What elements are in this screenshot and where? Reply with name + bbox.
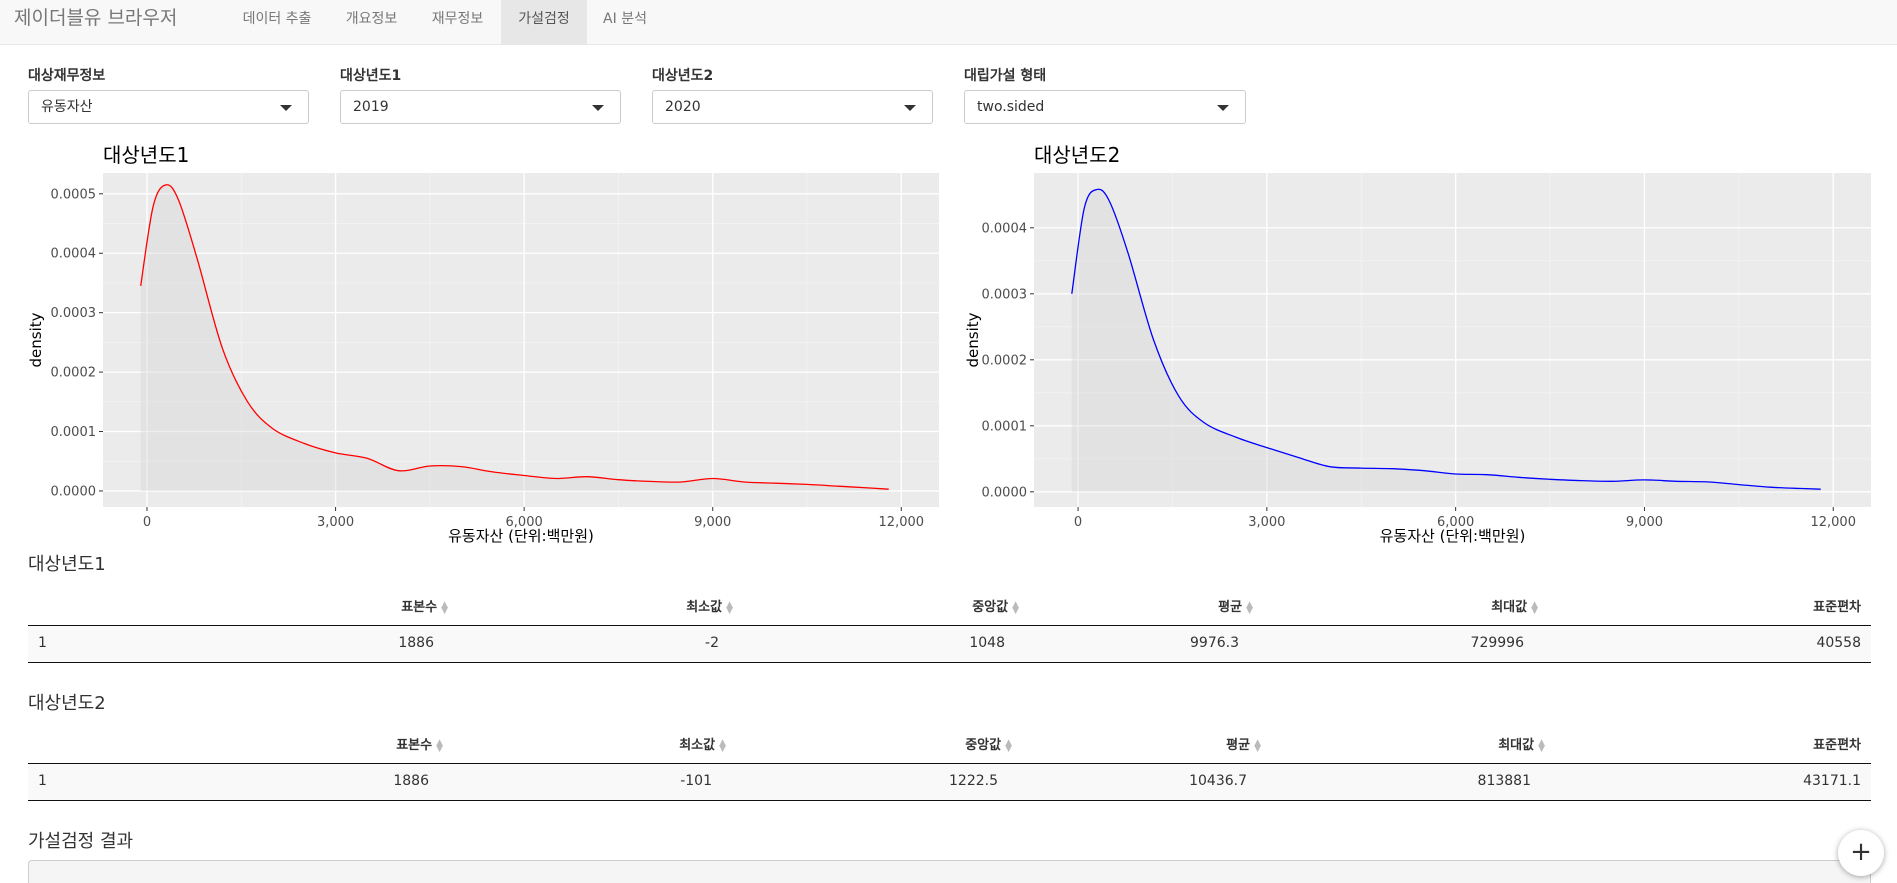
- y-tick-label: 0.0004: [982, 221, 1028, 236]
- cell-min: -2: [705, 635, 719, 651]
- col-header-mean[interactable]: 평균 ▲ ▼: [1226, 734, 1261, 753]
- col-header-median[interactable]: 중앙값 ▲ ▼: [972, 596, 1019, 615]
- result-title: 가설검정 결과: [28, 831, 134, 852]
- col-header-mean[interactable]: 평균 ▲ ▼: [1218, 596, 1253, 615]
- chevron-down-icon: [592, 105, 604, 111]
- tab-financial[interactable]: 재무정보: [416, 0, 499, 44]
- density-plot-year1: 0 3,000 6,000 9,000 12,0000.00000.00010.0002…: [28, 143, 939, 545]
- sort-icon: ▲ ▼: [1246, 599, 1253, 616]
- row-index: 1: [38, 635, 47, 651]
- year1-select[interactable]: 2019: [340, 90, 621, 124]
- y-axis-label: density: [965, 312, 982, 367]
- cell-median: 1048: [969, 635, 1005, 651]
- add-button[interactable]: +: [1838, 830, 1884, 876]
- y-tick-label: 0.0000: [982, 485, 1028, 500]
- alternative-label: 대립가설 형태: [964, 68, 1047, 84]
- table-row: 1 1886 -2 1048 9976.3 729996 40558: [28, 626, 1871, 662]
- col-header-sd[interactable]: 표준편차: [1813, 596, 1861, 615]
- chart-title: 대상년도1: [103, 143, 189, 167]
- summary-table-year1: 표본수 ▲ ▼ 최소값 ▲ ▼ 중앙값 ▲ ▼ 평균 ▲ ▼ 최대값 ▲ ▼ 표준편차 1 1886…: [28, 596, 1871, 666]
- cell-min: -101: [680, 773, 712, 789]
- sort-icon: ▲ ▼: [1012, 599, 1019, 616]
- x-tick-label: 3,000: [1248, 515, 1285, 530]
- y-tick-label: 0.0001: [51, 425, 97, 440]
- x-tick-label: 0: [1074, 515, 1082, 530]
- x-tick-label: 3,000: [317, 515, 354, 530]
- sort-icon: ▲ ▼: [436, 737, 443, 754]
- col-header-min[interactable]: 최소값 ▲ ▼: [679, 734, 726, 753]
- x-tick-label: 9,000: [1626, 515, 1663, 530]
- x-axis-label: 유동자산 (단위:백만원): [1380, 527, 1526, 545]
- cell-median: 1222.5: [949, 773, 998, 789]
- cell-mean: 9976.3: [1190, 635, 1239, 651]
- col-header-n[interactable]: 표본수 ▲ ▼: [401, 596, 448, 615]
- year2-value: 2020: [665, 99, 701, 115]
- chart-title: 대상년도2: [1034, 143, 1120, 167]
- col-header-sd[interactable]: 표준편차: [1813, 734, 1861, 753]
- y-tick-label: 0.0002: [51, 366, 97, 381]
- table1-title: 대상년도1: [28, 554, 106, 575]
- y-tick-label: 0.0005: [51, 187, 97, 202]
- cell-max: 813881: [1477, 773, 1531, 789]
- year1-value: 2019: [353, 99, 389, 115]
- density-plot-year2: 0 3,000 6,000 9,000 12,0000.00000.00010.0002…: [965, 143, 1871, 545]
- result-output: [28, 860, 1871, 883]
- col-header-max[interactable]: 최대값 ▲ ▼: [1491, 596, 1538, 615]
- divider: [28, 662, 1871, 663]
- cell-n: 1886: [398, 635, 434, 651]
- tab-hypothesis-test[interactable]: 가설검정: [501, 0, 587, 44]
- finance-item-select[interactable]: 유동자산: [28, 90, 309, 124]
- sort-icon: ▲ ▼: [1538, 737, 1545, 754]
- tab-overview[interactable]: 개요정보: [330, 0, 413, 44]
- sort-icon: ▲ ▼: [726, 599, 733, 616]
- y-tick-label: 0.0000: [51, 484, 97, 499]
- sort-icon: ▲ ▼: [1005, 737, 1012, 754]
- year2-label: 대상년도2: [652, 68, 714, 84]
- x-tick-label: 12,000: [879, 515, 925, 530]
- cell-mean: 10436.7: [1189, 773, 1247, 789]
- table-row: 1 1886 -101 1222.5 10436.7 813881 43171.…: [28, 764, 1871, 800]
- cell-n: 1886: [393, 773, 429, 789]
- cell-sd: 40558: [1816, 635, 1861, 651]
- tab-data-extract[interactable]: 데이터 추출: [227, 0, 327, 44]
- finance-item-label: 대상재무정보: [28, 68, 106, 84]
- alternative-value: two.sided: [977, 99, 1045, 115]
- sort-icon: ▲ ▼: [719, 737, 726, 754]
- tab-ai-analysis[interactable]: AI 분석: [590, 0, 660, 44]
- col-header-max[interactable]: 최대값 ▲ ▼: [1498, 734, 1545, 753]
- y-tick-label: 0.0001: [982, 419, 1028, 434]
- y-axis-label: density: [28, 312, 45, 367]
- year1-label: 대상년도1: [340, 68, 402, 84]
- y-tick-label: 0.0003: [982, 287, 1028, 302]
- col-header-min[interactable]: 최소값 ▲ ▼: [686, 596, 733, 615]
- col-header-median[interactable]: 중앙값 ▲ ▼: [965, 734, 1012, 753]
- y-tick-label: 0.0002: [982, 353, 1028, 368]
- year2-select[interactable]: 2020: [652, 90, 933, 124]
- summary-table-year2: 표본수 ▲ ▼ 최소값 ▲ ▼ 중앙값 ▲ ▼ 평균 ▲ ▼ 최대값 ▲ ▼ 표준편차 1 1886…: [28, 734, 1871, 804]
- divider: [28, 800, 1871, 801]
- row-index: 1: [38, 773, 47, 789]
- brand-title[interactable]: 제이더블유 브라우저: [14, 5, 177, 31]
- chevron-down-icon: [1217, 105, 1229, 111]
- col-header-n[interactable]: 표본수 ▲ ▼: [396, 734, 443, 753]
- navbar: 제이더블유 브라우저 데이터 추출 개요정보 재무정보 가설검정 AI 분석: [0, 0, 1897, 45]
- y-tick-label: 0.0004: [51, 247, 97, 262]
- alternative-select[interactable]: two.sided: [964, 90, 1246, 124]
- finance-item-value: 유동자산: [41, 99, 93, 115]
- sort-icon: ▲ ▼: [441, 599, 448, 616]
- x-tick-label: 12,000: [1810, 515, 1856, 530]
- table2-title: 대상년도2: [28, 693, 106, 714]
- cell-sd: 43171.1: [1803, 773, 1861, 789]
- x-tick-label: 9,000: [694, 515, 731, 530]
- x-tick-label: 0: [143, 515, 151, 530]
- chevron-down-icon: [280, 105, 292, 111]
- chevron-down-icon: [904, 105, 916, 111]
- sort-icon: ▲ ▼: [1531, 599, 1538, 616]
- y-tick-label: 0.0003: [51, 306, 97, 321]
- cell-max: 729996: [1470, 635, 1524, 651]
- sort-icon: ▲ ▼: [1254, 737, 1261, 754]
- x-axis-label: 유동자산 (단위:백만원): [448, 527, 594, 545]
